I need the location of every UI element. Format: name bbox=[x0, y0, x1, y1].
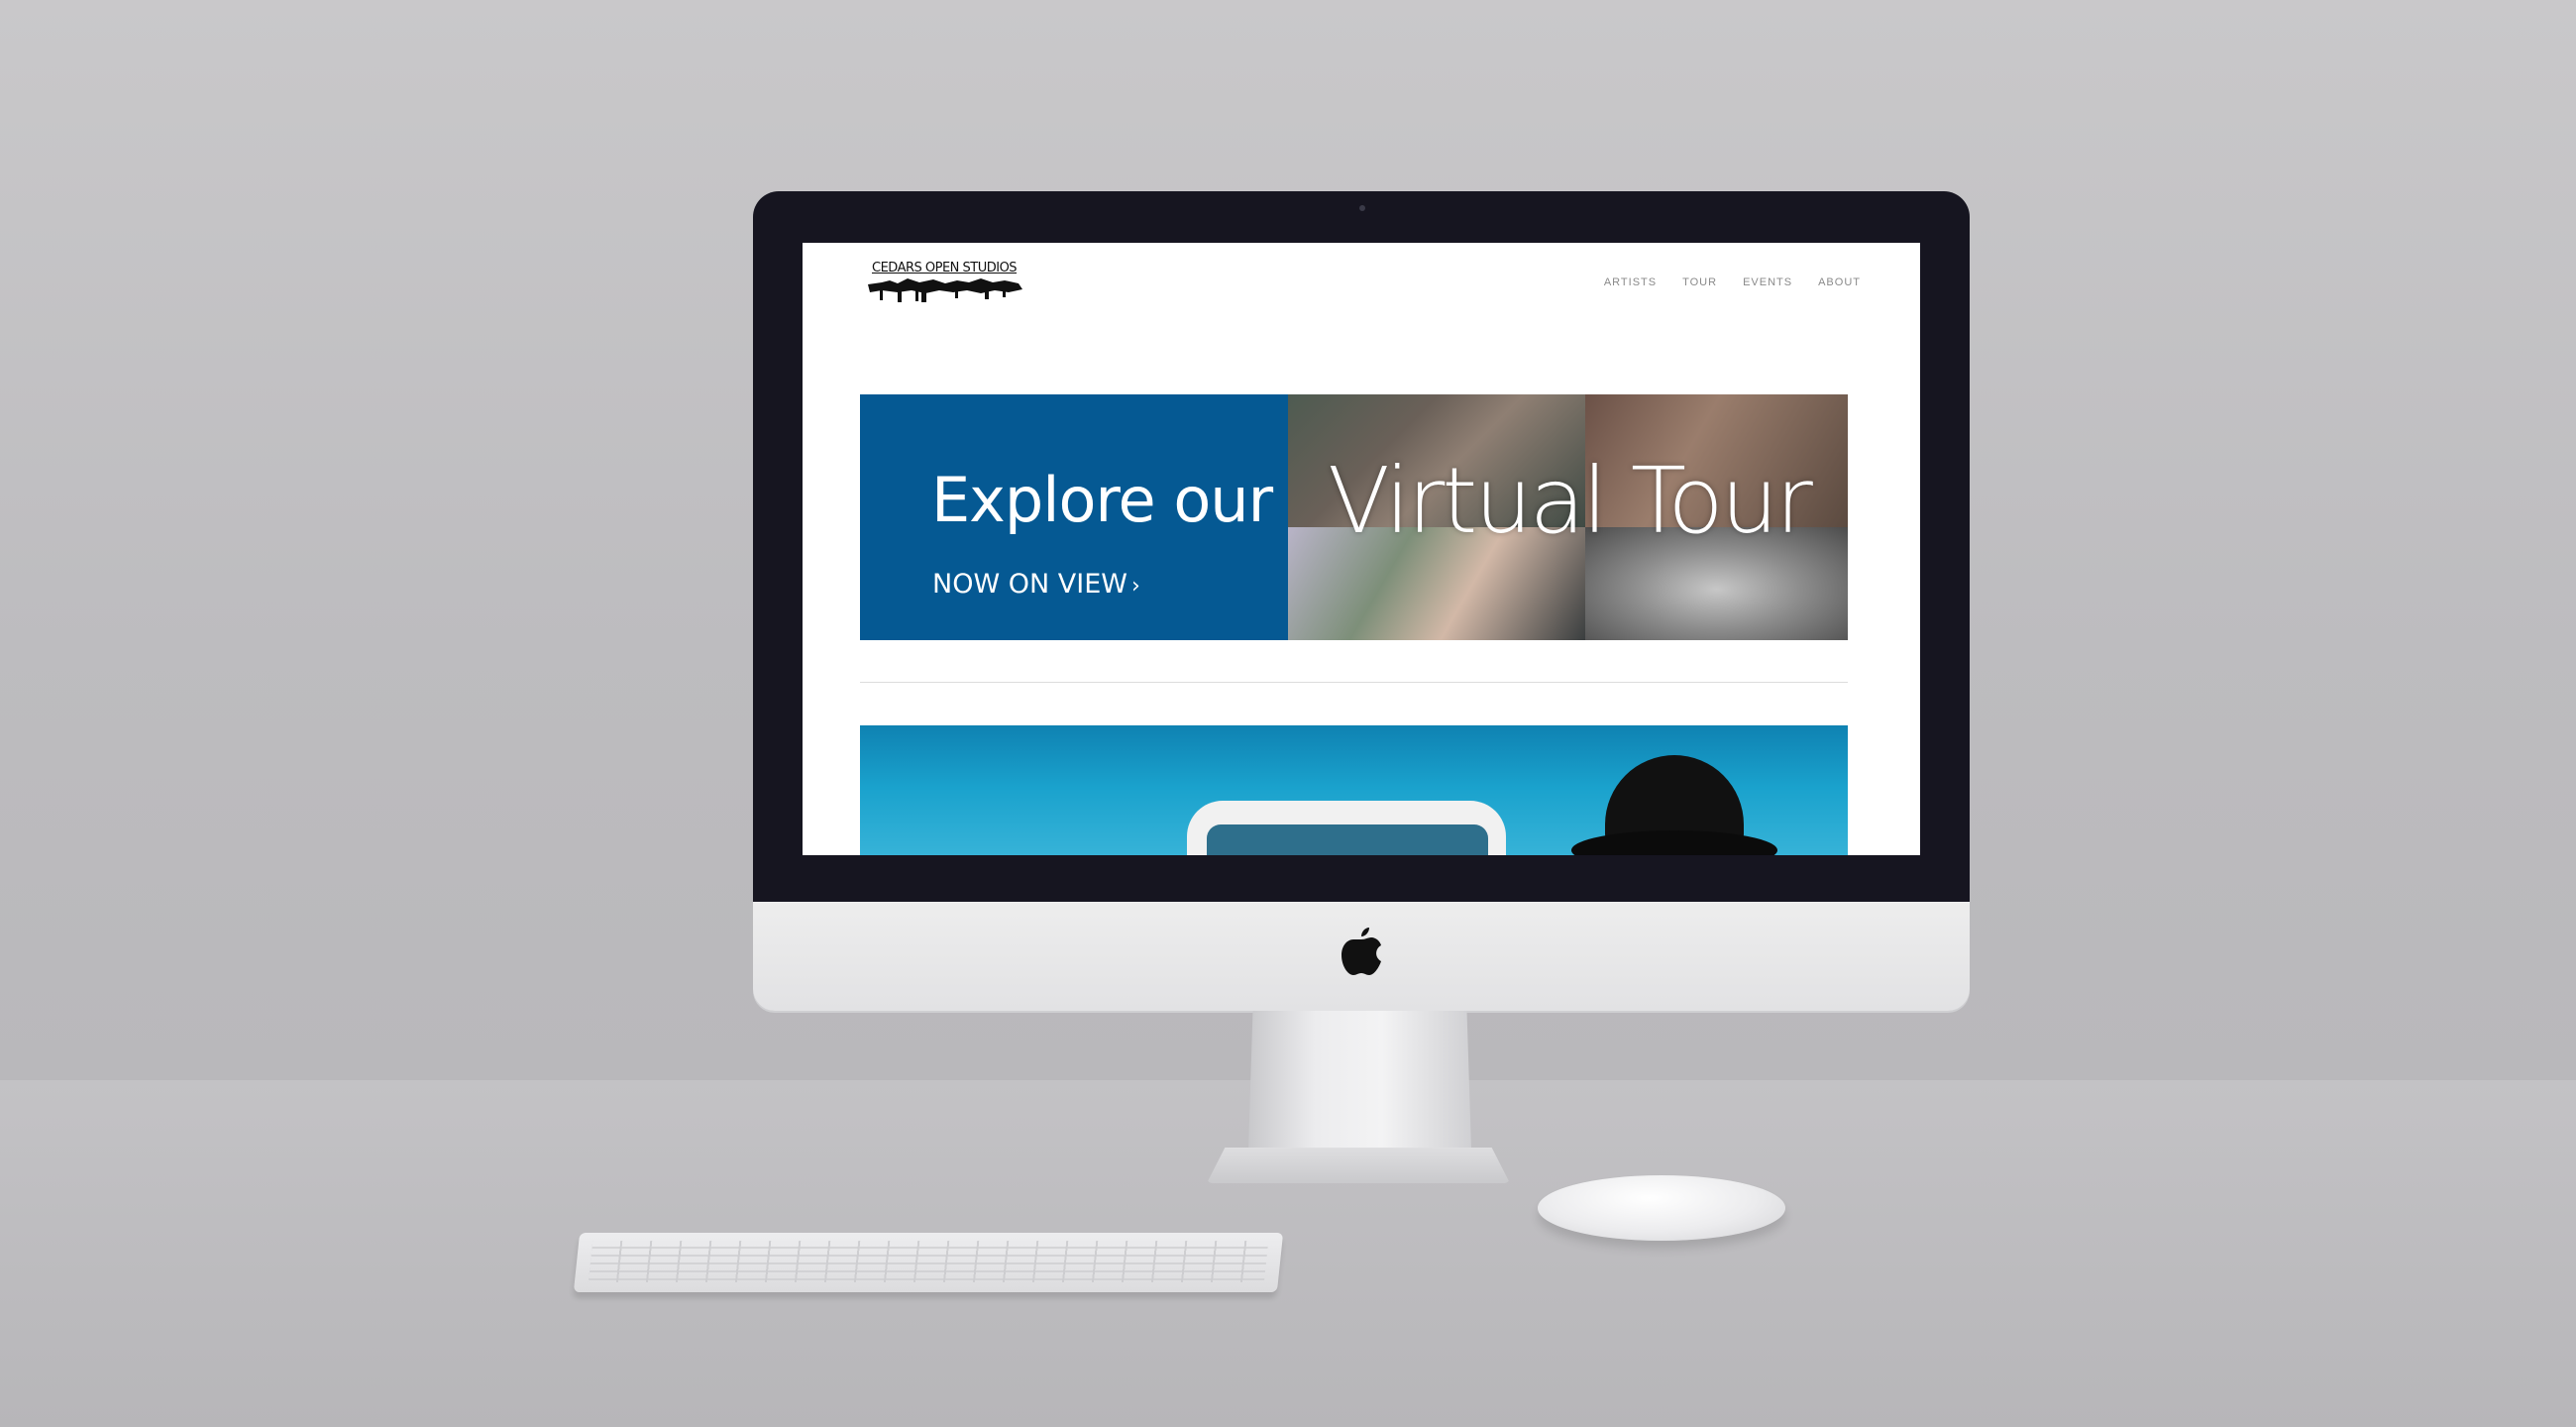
featured-artwork-image[interactable] bbox=[860, 725, 1848, 855]
banner-heading: Explore our bbox=[931, 464, 1273, 536]
apple-logo-icon bbox=[1342, 928, 1381, 975]
monitor-chin bbox=[753, 902, 1970, 1011]
keyboard bbox=[573, 1233, 1284, 1292]
site-logo[interactable]: CEDARS OPEN STUDIOS bbox=[860, 257, 1028, 310]
webcam-icon bbox=[1359, 205, 1365, 211]
section-divider bbox=[860, 682, 1848, 683]
nav-link-tour[interactable]: TOUR bbox=[1682, 276, 1717, 288]
chevron-right-icon: › bbox=[1130, 574, 1140, 599]
nav-link-events[interactable]: EVENTS bbox=[1743, 276, 1792, 288]
artist-photo-collage: Virtual Tour bbox=[1288, 394, 1848, 640]
virtual-tour-banner[interactable]: Explore our NOW ON VIEW › Virtual Tour bbox=[860, 394, 1848, 640]
logo-wordmark: CEDARS OPEN STUDIOS bbox=[872, 261, 1018, 275]
now-on-view-label: NOW ON VIEW bbox=[932, 569, 1127, 600]
monitor-stand-base bbox=[1207, 1148, 1510, 1183]
nav-link-about[interactable]: ABOUT bbox=[1818, 276, 1861, 288]
mouse bbox=[1538, 1175, 1785, 1241]
main-nav: ARTISTS TOUR EVENTS ABOUT bbox=[1604, 276, 1861, 288]
nav-link-artists[interactable]: ARTISTS bbox=[1604, 276, 1657, 288]
keyboard-keys bbox=[588, 1241, 1269, 1282]
bowler-hat-brim bbox=[1571, 830, 1777, 855]
site-header: CEDARS OPEN STUDIOS ARTISTS TOUR EVENTS … bbox=[803, 243, 1920, 322]
browser-viewport: CEDARS OPEN STUDIOS ARTISTS TOUR EVENTS … bbox=[803, 243, 1920, 855]
monitor-bezel: CEDARS OPEN STUDIOS ARTISTS TOUR EVENTS … bbox=[753, 191, 1970, 905]
now-on-view-link[interactable]: NOW ON VIEW › bbox=[932, 569, 1140, 600]
virtual-tour-title: Virtual Tour bbox=[1328, 448, 1813, 554]
monitor-stand bbox=[1248, 1011, 1471, 1150]
car-window-shape bbox=[1207, 824, 1488, 855]
